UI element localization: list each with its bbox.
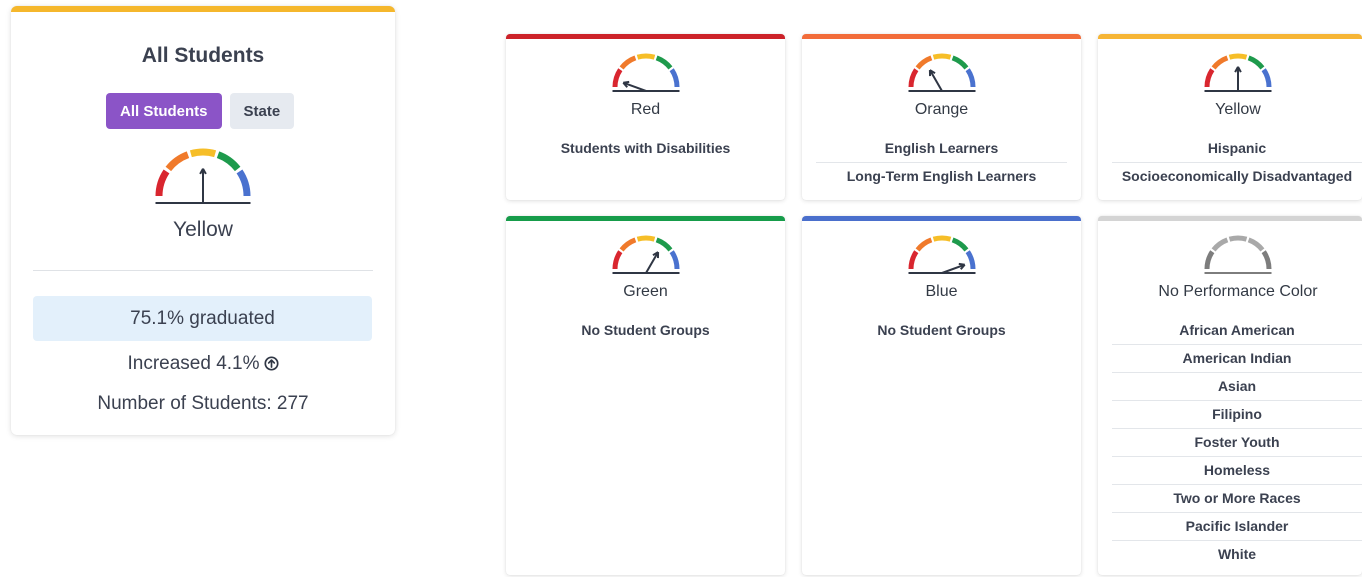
card-color-label: Orange <box>914 101 969 118</box>
student-group-item[interactable]: African American <box>1112 317 1362 345</box>
divider <box>33 270 373 271</box>
orange-performance-card: Orange English Learners Long-Term Englis… <box>802 34 1081 200</box>
student-group-item[interactable]: Long-Term English Learners <box>816 163 1067 190</box>
student-group-list: No Student Groups <box>520 317 771 344</box>
student-group-item: No Student Groups <box>877 322 1006 338</box>
performance-color-label: Yellow <box>173 218 233 241</box>
gauge-gray-icon <box>1204 235 1272 274</box>
gauge-yellow-icon <box>1204 53 1272 92</box>
student-group-item[interactable]: White <box>1112 541 1362 568</box>
green-performance-card: Green No Student Groups <box>506 216 785 575</box>
student-group-item[interactable]: Socioeconomically Disadvantaged <box>1112 163 1362 190</box>
student-group-item[interactable]: Hispanic <box>1112 135 1362 163</box>
student-group-item[interactable]: Two or More Races <box>1112 485 1362 513</box>
red-performance-card: Red Students with Disabilities <box>506 34 785 200</box>
change-text: Increased 4.1% <box>127 353 260 374</box>
student-group-list: African American American Indian Asian F… <box>1112 317 1362 568</box>
yellow-performance-card: Yellow Hispanic Socioeconomically Disadv… <box>1098 34 1362 200</box>
performance-gauge-icon <box>155 148 251 204</box>
student-group-list: No Student Groups <box>816 317 1067 344</box>
student-group-item[interactable]: Homeless <box>1112 457 1362 485</box>
blue-performance-card: Blue No Student Groups <box>802 216 1081 575</box>
card-color-label: Blue <box>925 283 958 300</box>
gauge-red-icon <box>612 53 679 92</box>
student-group-item[interactable]: Asian <box>1112 373 1362 401</box>
graduation-rate: 75.1% graduated <box>33 296 372 341</box>
state-toggle-button[interactable]: State <box>229 93 295 129</box>
student-group-item: No Student Groups <box>581 322 710 338</box>
gauge-blue-icon <box>908 235 975 274</box>
comparison-toggle: All Students State <box>106 93 295 129</box>
card-color-label: Yellow <box>1215 101 1261 118</box>
student-group-item[interactable]: English Learners <box>816 135 1067 163</box>
student-group-item[interactable]: American Indian <box>1112 345 1362 373</box>
student-group-list: Students with Disabilities <box>520 135 771 162</box>
summary-title: All Students <box>141 44 265 67</box>
card-color-label: Red <box>630 101 661 118</box>
student-group-item[interactable]: Pacific Islander <box>1112 513 1362 541</box>
student-group-item[interactable]: Foster Youth <box>1112 429 1362 457</box>
card-color-label: No Performance Color <box>1158 283 1318 300</box>
gauge-orange-icon <box>908 53 975 92</box>
student-group-list: English Learners Long-Term English Learn… <box>816 135 1067 190</box>
all-students-toggle-button[interactable]: All Students <box>106 93 222 129</box>
no-performance-color-card: No Performance Color African American Am… <box>1098 216 1362 575</box>
change-indicator: Increased 4.1% <box>11 353 395 375</box>
student-group-item[interactable]: Students with Disabilities <box>520 135 771 162</box>
gauge-green-icon <box>612 235 679 274</box>
student-group-list: Hispanic Socioeconomically Disadvantaged <box>1112 135 1362 190</box>
card-color-label: Green <box>623 283 668 300</box>
arrow-up-circle-icon <box>263 356 279 371</box>
number-of-students: Number of Students: 277 <box>97 393 309 414</box>
student-group-item[interactable]: Filipino <box>1112 401 1362 429</box>
all-students-summary-card: All Students All Students State Yellow 7… <box>11 6 395 435</box>
